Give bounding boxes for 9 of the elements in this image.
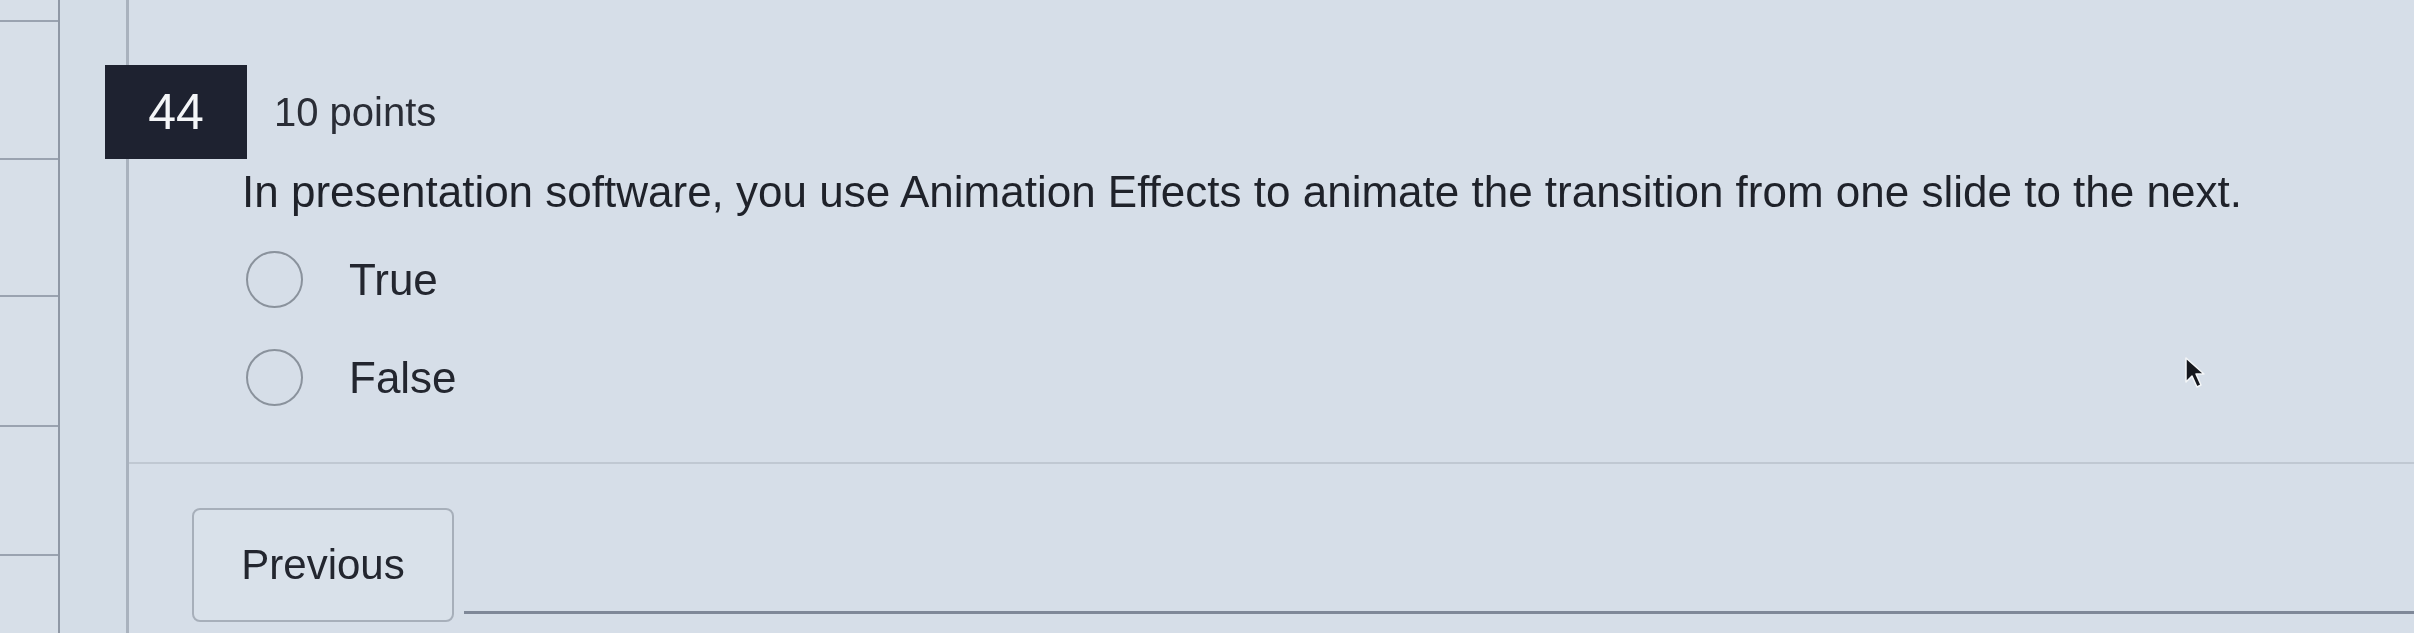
question-number: 44 bbox=[105, 65, 247, 159]
previous-button[interactable]: Previous bbox=[192, 508, 454, 622]
option-label[interactable]: True bbox=[349, 254, 438, 305]
radio-button[interactable] bbox=[246, 251, 303, 308]
mouse-pointer-icon bbox=[2184, 356, 2206, 390]
option-label[interactable]: False bbox=[349, 352, 457, 403]
points-label: 10 points bbox=[274, 89, 437, 135]
radio-button[interactable] bbox=[246, 349, 303, 406]
question-text: In presentation software, you use Animation Effects to animate the transition from one slide to the next. bbox=[242, 166, 2242, 218]
